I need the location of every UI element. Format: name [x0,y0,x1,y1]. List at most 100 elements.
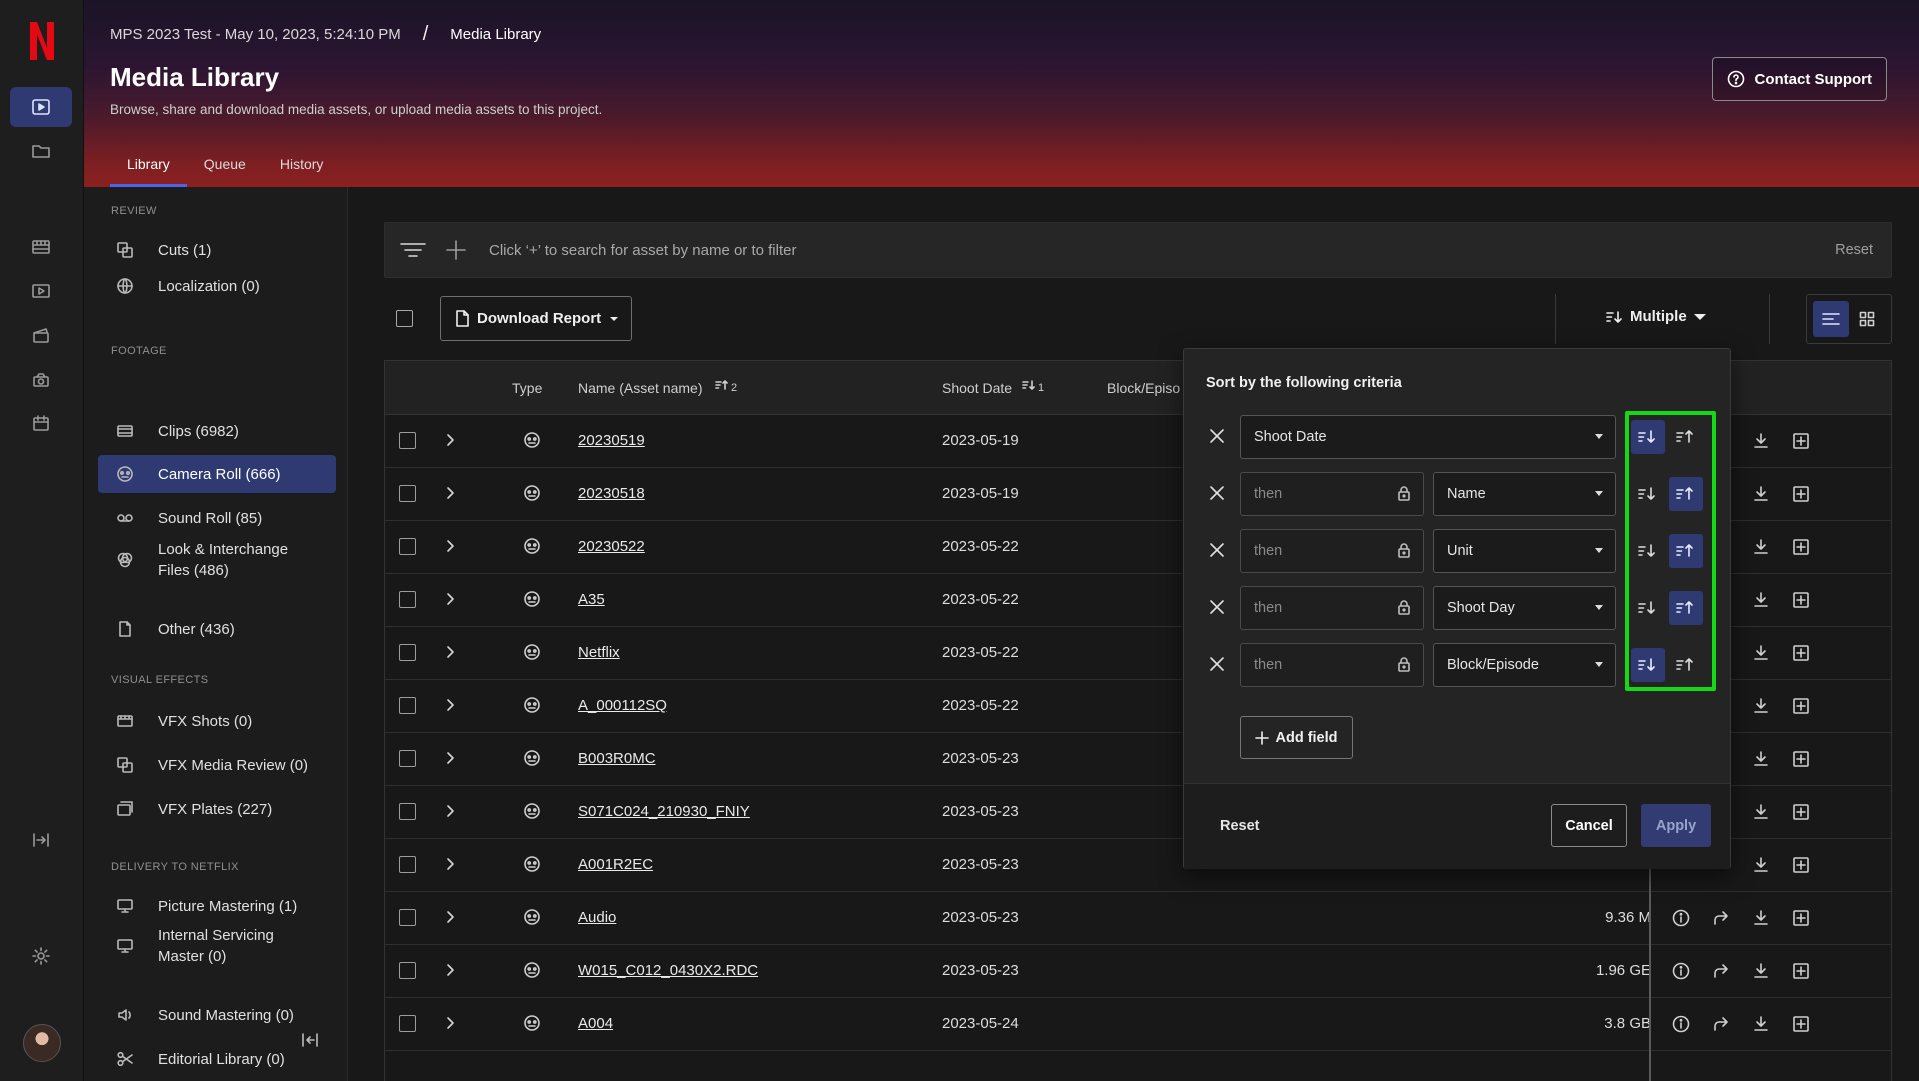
select-all-checkbox[interactable] [396,310,413,327]
add-to-collection-icon[interactable] [1792,538,1810,556]
sidebar-item-picture-mastering[interactable]: Picture Mastering (1) [98,887,336,925]
row-checkbox[interactable] [399,697,416,714]
user-avatar[interactable] [23,1024,61,1062]
share-icon[interactable] [1712,909,1730,927]
search-reset-button[interactable]: Reset [1835,242,1873,258]
asset-name-link[interactable]: A_000112SQ [578,697,667,714]
sidebar-item-sound-mastering[interactable]: Sound Mastering (0) [98,996,336,1034]
add-to-collection-icon[interactable] [1792,485,1810,503]
chevron-right-icon[interactable] [446,804,456,818]
share-icon[interactable] [1712,962,1730,980]
download-icon[interactable] [1752,1015,1770,1033]
chevron-right-icon[interactable] [446,910,456,924]
sidebar-item-internal-servicing[interactable]: Internal Servicing Master (0) [98,925,336,967]
chevron-right-icon[interactable] [446,1016,456,1030]
download-report-button[interactable]: Download Report [440,296,632,341]
popover-reset-button[interactable]: Reset [1220,818,1260,834]
row-checkbox[interactable] [399,432,416,449]
cancel-button[interactable]: Cancel [1551,804,1627,847]
add-to-collection-icon[interactable] [1792,1015,1810,1033]
sort-field-select[interactable]: Shoot Date [1240,415,1616,459]
download-icon[interactable] [1752,856,1770,874]
chevron-right-icon[interactable] [446,857,456,871]
remove-criterion-icon[interactable] [1208,427,1226,445]
asset-name-link[interactable]: 20230519 [578,432,645,449]
tab-queue[interactable]: Queue [187,150,263,187]
sort-field-select[interactable]: Name [1433,472,1616,516]
sort-field-select[interactable]: Shoot Day [1433,586,1616,630]
sort-descending-button[interactable] [1631,648,1665,682]
share-icon[interactable] [1712,1015,1730,1033]
sort-ascending-button[interactable] [1669,591,1703,625]
table-row[interactable]: A004 2023-05-24 3.8 GB [385,998,1891,1051]
add-to-collection-icon[interactable] [1792,962,1810,980]
asset-name-link[interactable]: B003R0MC [578,750,656,767]
settings-gear-icon[interactable] [10,936,72,976]
download-icon[interactable] [1752,538,1770,556]
sort-descending-button[interactable] [1631,591,1665,625]
sort-field-select[interactable]: Unit [1433,529,1616,573]
tab-history[interactable]: History [263,150,341,187]
chevron-right-icon[interactable] [446,433,456,447]
sidebar-item-sound-roll[interactable]: Sound Roll (85) [98,499,336,537]
sidebar-item-look-files[interactable]: Look & Interchange Files (486) [98,539,336,581]
download-icon[interactable] [1752,591,1770,609]
search-filter-bar[interactable]: Click ‘+’ to search for asset by name or… [384,222,1892,278]
add-to-collection-icon[interactable] [1792,432,1810,450]
plus-icon[interactable] [445,239,467,261]
calendar-icon[interactable] [10,403,72,443]
asset-name-link[interactable]: 20230518 [578,485,645,502]
sort-ascending-button[interactable] [1669,420,1703,454]
download-icon[interactable] [1752,485,1770,503]
video-icon[interactable] [10,271,72,311]
table-row[interactable]: W015_C012_0430X2.RDC 2023-05-23 1.96 GE [385,945,1891,998]
download-icon[interactable] [1752,962,1770,980]
sort-descending-button[interactable] [1631,534,1665,568]
download-icon[interactable] [1752,644,1770,662]
download-icon[interactable] [1752,803,1770,821]
clapper-icon[interactable] [10,315,72,355]
breadcrumb-project[interactable]: MPS 2023 Test - May 10, 2023, 5:24:10 PM [110,26,401,43]
chevron-right-icon[interactable] [446,751,456,765]
download-icon[interactable] [1752,909,1770,927]
add-to-collection-icon[interactable] [1792,803,1810,821]
row-checkbox[interactable] [399,1015,416,1032]
asset-name-link[interactable]: A004 [578,1015,613,1032]
row-checkbox[interactable] [399,962,416,979]
info-icon[interactable] [1672,909,1690,927]
chevron-right-icon[interactable] [446,486,456,500]
column-block-episode[interactable]: Block/Episo [1107,380,1180,396]
netflix-logo[interactable] [27,20,57,62]
sidebar-item-vfx-shots[interactable]: VFX Shots (0) [98,702,336,740]
add-to-collection-icon[interactable] [1792,697,1810,715]
info-icon[interactable] [1672,1015,1690,1033]
film-icon[interactable] [10,227,72,267]
add-to-collection-icon[interactable] [1792,856,1810,874]
sidebar-item-other[interactable]: Other (436) [98,610,336,648]
chevron-right-icon[interactable] [446,963,456,977]
sidebar-item-vfx-media-review[interactable]: VFX Media Review (0) [98,746,336,784]
apply-button[interactable]: Apply [1641,804,1711,847]
row-checkbox[interactable] [399,485,416,502]
sort-dropdown[interactable]: Multiple [1606,308,1707,325]
camera-icon[interactable] [10,359,72,399]
sidebar-item-cuts[interactable]: Cuts (1) [98,231,336,269]
asset-name-link[interactable]: A35 [578,591,605,608]
asset-name-link[interactable]: S071C024_210930_FNIY [578,803,750,820]
download-icon[interactable] [1752,697,1770,715]
row-checkbox[interactable] [399,644,416,661]
remove-criterion-icon[interactable] [1208,598,1226,616]
remove-criterion-icon[interactable] [1208,655,1226,673]
table-row[interactable]: Audio 2023-05-23 9.36 M [385,892,1891,945]
column-name[interactable]: Name (Asset name) [578,380,702,396]
grid-view-icon[interactable] [1849,301,1885,337]
list-view-icon[interactable] [1813,301,1849,337]
sort-ascending-button[interactable] [1669,477,1703,511]
media-library-icon[interactable] [10,87,72,127]
contact-support-button[interactable]: Contact Support [1711,57,1887,101]
sidebar-item-vfx-plates[interactable]: VFX Plates (227) [98,790,336,828]
add-to-collection-icon[interactable] [1792,750,1810,768]
expand-panel-icon[interactable] [10,820,72,860]
sidebar-item-clips[interactable]: Clips (6982) [98,412,336,450]
asset-name-link[interactable]: Netflix [578,644,620,661]
